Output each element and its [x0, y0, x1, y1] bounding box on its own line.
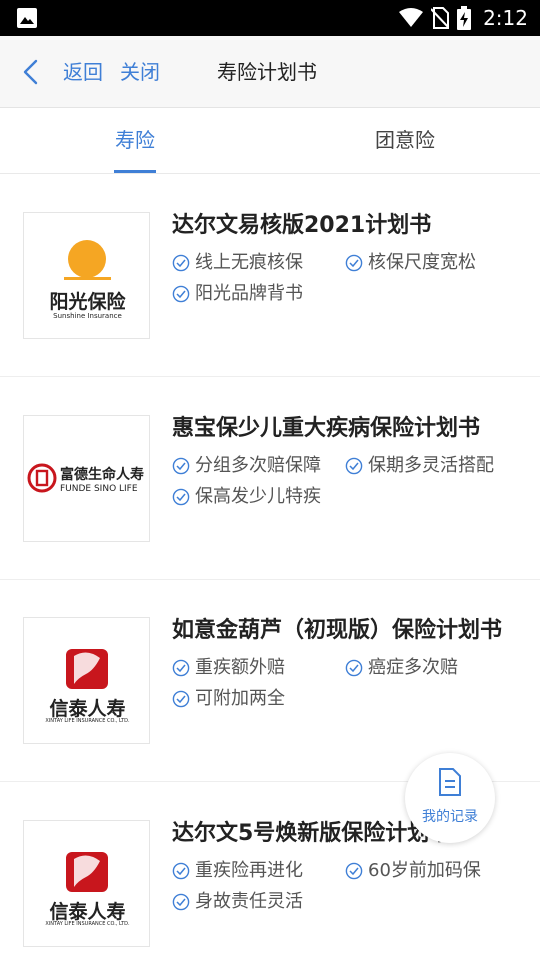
my-records-label: 我的记录 — [422, 809, 478, 825]
tab-group-accident[interactable]: 团意险 — [305, 108, 505, 174]
logo-subtitle: XINTAY LIFE INSURANCE CO., LTD. — [45, 921, 130, 927]
feature-text: 重疾额外赔 — [195, 657, 285, 678]
check-circle-icon — [345, 862, 363, 880]
feature-text: 保高发少儿特疾 — [195, 486, 321, 507]
feature: 分组多次赔保障 — [172, 454, 321, 478]
check-circle-icon — [345, 254, 363, 272]
logo-subtitle: Sunshine Insurance — [53, 312, 122, 320]
list-item[interactable]: 阳光保险 Sunshine Insurance 达尔文易核版2021计划书 线上… — [0, 175, 540, 377]
logo-subtitle: XINTAY LIFE INSURANCE CO., LTD. — [45, 718, 130, 724]
tab-life-insurance[interactable]: 寿险 — [35, 108, 235, 174]
sunshine-logo-icon — [64, 240, 111, 280]
product-title: 惠宝保少儿重大疾病保险计划书 — [172, 416, 481, 441]
tab-bar: 寿险 团意险 — [0, 108, 540, 174]
xintai-logo-icon — [66, 649, 108, 689]
feature-text: 癌症多次赔 — [368, 657, 458, 678]
check-circle-icon — [172, 254, 190, 272]
check-circle-icon — [172, 488, 190, 506]
feature: 保期多灵活搭配 — [345, 454, 494, 478]
feature: 身故责任灵活 — [172, 890, 303, 914]
check-circle-icon — [345, 457, 363, 475]
my-records-button[interactable]: 我的记录 — [405, 753, 495, 843]
feature-text: 线上无痕核保 — [195, 252, 303, 273]
chevron-left-icon[interactable] — [18, 58, 44, 86]
check-circle-icon — [172, 893, 190, 911]
product-title: 达尔文易核版2021计划书 — [172, 213, 432, 238]
back-button[interactable]: 返回 — [63, 58, 103, 86]
feature: 可附加两全 — [172, 687, 285, 711]
company-logo: 信泰人寿 XINTAY LIFE INSURANCE CO., LTD. — [23, 820, 150, 947]
feature-text: 60岁前加码保 — [368, 860, 481, 881]
check-circle-icon — [172, 862, 190, 880]
feature: 癌症多次赔 — [345, 656, 458, 680]
feature: 保高发少儿特疾 — [172, 485, 321, 509]
feature: 核保尺度宽松 — [345, 251, 476, 275]
status-bar: 2:12 — [0, 0, 540, 36]
clock: 2:12 — [483, 6, 528, 30]
logo-name: 阳光保险 — [49, 291, 126, 313]
document-icon — [439, 768, 461, 796]
product-title: 如意金葫芦（初现版）保险计划书 — [172, 618, 503, 643]
feature: 重疾险再进化 — [172, 859, 303, 883]
page-title: 寿险计划书 — [217, 60, 317, 84]
logo-name: 信泰人寿 — [49, 698, 126, 720]
feature-text: 重疾险再进化 — [195, 860, 303, 881]
check-circle-icon — [172, 457, 190, 475]
feature: 重疾额外赔 — [172, 656, 285, 680]
list-item[interactable]: 信泰人寿 XINTAY LIFE INSURANCE CO., LTD. 如意金… — [0, 580, 540, 782]
logo-subtitle: FUNDE SINO LIFE — [60, 484, 138, 494]
feature-text: 阳光品牌背书 — [195, 283, 303, 304]
feature-text: 身故责任灵活 — [195, 891, 303, 912]
company-logo: 信泰人寿 XINTAY LIFE INSURANCE CO., LTD. — [23, 617, 150, 744]
close-button[interactable]: 关闭 — [120, 58, 160, 86]
feature: 60岁前加码保 — [345, 859, 481, 883]
active-tab-indicator — [114, 170, 156, 173]
feature-text: 可附加两全 — [195, 688, 285, 709]
check-circle-icon — [172, 690, 190, 708]
check-circle-icon — [172, 659, 190, 677]
feature-text: 保期多灵活搭配 — [368, 455, 494, 476]
image-icon — [17, 8, 37, 28]
logo-name: 富德生命人寿 — [60, 467, 144, 483]
wifi-icon — [399, 8, 424, 27]
xintai-logo-icon — [66, 852, 108, 892]
feature-text: 分组多次赔保障 — [195, 455, 321, 476]
list-item[interactable]: 富德生命人寿 FUNDE SINO LIFE 惠宝保少儿重大疾病保险计划书 分组… — [0, 378, 540, 580]
no-sim-icon — [431, 7, 450, 29]
nav-bar: 返回 关闭 寿险计划书 — [0, 36, 540, 108]
feature: 线上无痕核保 — [172, 251, 303, 275]
battery-charging-icon — [457, 6, 472, 30]
check-circle-icon — [345, 659, 363, 677]
feature: 阳光品牌背书 — [172, 282, 303, 306]
company-logo: 阳光保险 Sunshine Insurance — [23, 212, 150, 339]
feature-text: 核保尺度宽松 — [368, 252, 476, 273]
check-circle-icon — [172, 285, 190, 303]
logo-name: 信泰人寿 — [49, 901, 126, 923]
company-logo: 富德生命人寿 FUNDE SINO LIFE — [23, 415, 150, 542]
